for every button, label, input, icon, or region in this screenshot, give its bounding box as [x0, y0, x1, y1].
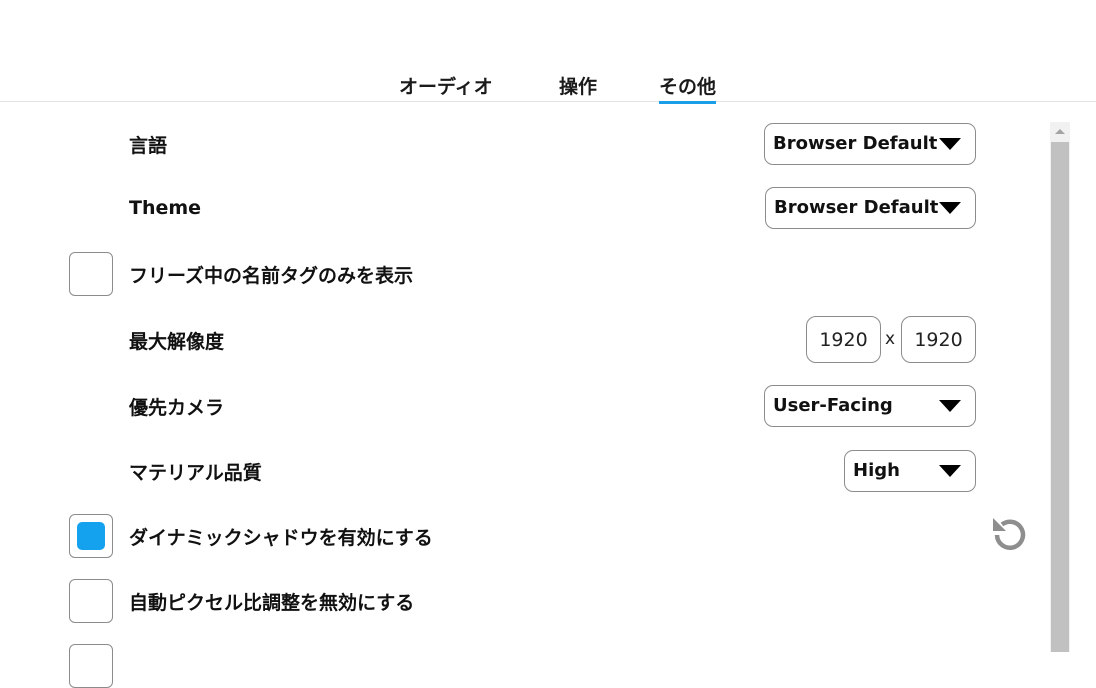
resolution-width-input[interactable] [806, 316, 881, 363]
preferred-camera-select[interactable]: User-Facing [764, 385, 976, 427]
disable-pixel-ratio-checkbox[interactable] [69, 579, 113, 623]
resolution-height-input[interactable] [901, 316, 976, 363]
tab-audio[interactable]: オーディオ [399, 72, 493, 99]
freeze-nametags-checkbox[interactable] [69, 252, 113, 296]
tab-other[interactable]: その他 [659, 72, 717, 104]
preferred-camera-select-value: User-Facing [773, 395, 893, 416]
theme-label: Theme [129, 197, 202, 219]
caret-down-icon [939, 400, 961, 412]
material-quality-select[interactable]: High [844, 450, 976, 492]
freeze-nametags-label: フリーズ中の名前タグのみを表示 [129, 265, 414, 287]
language-select[interactable]: Browser Default [764, 123, 976, 165]
max-resolution-label: 最大解像度 [129, 331, 225, 353]
reset-icon[interactable] [988, 513, 1032, 557]
next-setting-checkbox[interactable] [69, 644, 113, 688]
dynamic-shadows-checkbox[interactable] [69, 514, 113, 558]
language-select-value: Browser Default [773, 133, 938, 154]
caret-down-icon [939, 202, 961, 214]
dynamic-shadows-label: ダイナミックシャドウを有効にする [129, 527, 433, 549]
theme-select[interactable]: Browser Default [765, 187, 976, 229]
tab-controls[interactable]: 操作 [559, 72, 597, 99]
disable-pixel-ratio-label: 自動ピクセル比調整を無効にする [129, 592, 415, 614]
language-label: 言語 [129, 135, 168, 157]
scrollbar-thumb[interactable] [1051, 142, 1069, 652]
material-quality-select-value: High [853, 460, 900, 481]
checkbox-checked-indicator [77, 522, 105, 550]
caret-down-icon [939, 465, 961, 477]
material-quality-label: マテリアル品質 [129, 462, 262, 484]
preferred-camera-label: 優先カメラ [129, 397, 225, 419]
theme-select-value: Browser Default [774, 197, 939, 218]
scrollbar[interactable] [1050, 122, 1070, 652]
resolution-separator: x [885, 329, 896, 349]
tab-bar: オーディオ 操作 その他 [0, 0, 1096, 104]
caret-down-icon [939, 138, 961, 150]
scroll-up-arrow-icon[interactable] [1050, 122, 1070, 142]
